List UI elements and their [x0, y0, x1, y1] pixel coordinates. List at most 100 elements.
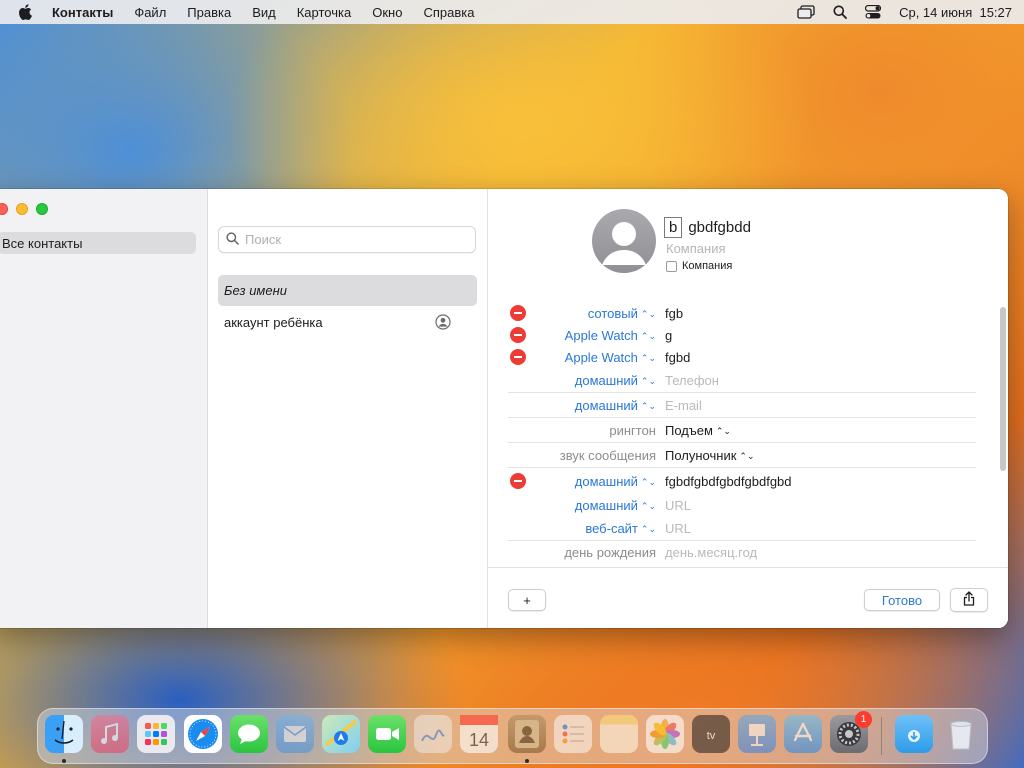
remove-field-button[interactable] — [510, 305, 526, 321]
sidebar: Все контакты — [0, 189, 208, 628]
remove-field-button[interactable] — [510, 473, 526, 489]
app-store-icon[interactable] — [784, 715, 822, 753]
launchpad-icon[interactable] — [137, 715, 175, 753]
field-label-popup[interactable]: домашний ⌃⌄ — [575, 498, 656, 513]
freeform-icon[interactable] — [414, 715, 452, 753]
contact-avatar[interactable] — [592, 209, 656, 273]
remove-field-button[interactable] — [510, 349, 526, 365]
list-item-label: аккаунт ребёнка — [224, 315, 323, 330]
birthday-input[interactable]: день.месяц.год — [665, 545, 757, 560]
menu-file[interactable]: Файл — [134, 5, 166, 20]
menu-edit[interactable]: Правка — [187, 5, 231, 20]
field-row: Apple Watch ⌃⌄ g — [508, 324, 976, 346]
field-row: домашний ⌃⌄ URL — [508, 494, 976, 516]
contacts-window: Все контакты Без имени аккаунт ребёнка b… — [0, 189, 1008, 628]
list-item-child-account[interactable]: аккаунт ребёнка — [218, 307, 477, 338]
field-label-popup[interactable]: домашний ⌃⌄ — [575, 474, 656, 489]
zoom-button[interactable] — [36, 203, 48, 215]
menu-card[interactable]: Карточка — [297, 5, 351, 20]
name-row: b gbdfgbdd — [664, 217, 751, 238]
safari-icon[interactable] — [184, 715, 222, 753]
field-row: Apple Watch ⌃⌄ fgbd — [508, 346, 976, 368]
dock: 14 tv 1 — [37, 708, 988, 764]
field-label-popup[interactable]: веб-сайт ⌃⌄ — [585, 521, 656, 536]
screen-mirroring-icon[interactable] — [797, 5, 815, 19]
field-value[interactable]: g — [665, 328, 672, 343]
svg-text:14: 14 — [469, 730, 489, 750]
contact-list: Без имени аккаунт ребёнка — [208, 189, 488, 628]
sidebar-item-all-contacts[interactable]: Все контакты — [0, 232, 196, 254]
field-row: веб-сайт ⌃⌄ URL — [508, 516, 976, 541]
apple-menu-icon[interactable] — [18, 4, 36, 20]
share-icon — [963, 591, 975, 609]
menu-view[interactable]: Вид — [252, 5, 276, 20]
photos-icon[interactable] — [646, 715, 684, 753]
mail-icon[interactable] — [276, 715, 314, 753]
url-input[interactable]: URL — [665, 521, 691, 536]
url-input[interactable]: URL — [665, 498, 691, 513]
phone-input[interactable]: Телефон — [665, 373, 719, 388]
calendar-icon[interactable]: 14 — [460, 715, 498, 753]
message-sound-popup[interactable]: Полуночник ⌃⌄ — [665, 448, 755, 463]
field-value[interactable]: fgbd — [665, 350, 690, 365]
contacts-icon[interactable] — [508, 715, 546, 753]
running-indicator — [62, 759, 66, 763]
field-value[interactable]: fgbdfgbdfgbdfgbdfgbd — [665, 474, 792, 489]
search-field[interactable] — [218, 226, 476, 253]
downloads-folder-icon[interactable] — [895, 715, 933, 753]
control-center-icon[interactable] — [865, 5, 882, 19]
settings-badge: 1 — [855, 711, 872, 728]
field-label-popup[interactable]: сотовый ⌃⌄ — [588, 306, 656, 321]
company-checkbox[interactable]: Компания — [666, 260, 732, 272]
menu-window[interactable]: Окно — [372, 5, 402, 20]
search-input[interactable] — [245, 232, 465, 247]
detail-toolbar: + Готово — [488, 567, 1008, 628]
company-field[interactable]: Компания — [666, 241, 726, 256]
share-button[interactable] — [950, 588, 988, 612]
field-label-popup[interactable]: Apple Watch ⌃⌄ — [565, 350, 656, 365]
dock-separator — [881, 717, 882, 755]
my-card-icon — [435, 314, 451, 333]
running-indicator — [525, 759, 529, 763]
trash-icon[interactable] — [942, 715, 980, 753]
facetime-icon[interactable] — [368, 715, 406, 753]
checkbox-box[interactable] — [666, 260, 677, 272]
search-icon — [226, 231, 239, 248]
music-icon[interactable] — [91, 715, 129, 753]
keynote-icon[interactable] — [738, 715, 776, 753]
done-button[interactable]: Готово — [864, 589, 940, 611]
messages-icon[interactable] — [230, 715, 268, 753]
ringtone-popup[interactable]: Подъем ⌃⌄ — [665, 423, 731, 438]
contact-fields: сотовый ⌃⌄ fgb Apple Watch ⌃⌄ g Apple Watc… — [508, 302, 976, 563]
field-label: звук сообщения — [559, 447, 656, 463]
add-field-button[interactable]: + — [508, 589, 546, 611]
field-row: домашний ⌃⌄ Телефон — [508, 368, 976, 393]
minimize-button[interactable] — [16, 203, 28, 215]
reminders-icon[interactable] — [554, 715, 592, 753]
menu-app-contacts[interactable]: Контакты — [52, 5, 113, 20]
svg-text:tv: tv — [707, 730, 716, 742]
close-button[interactable] — [0, 203, 8, 215]
list-item-unnamed[interactable]: Без имени — [218, 275, 477, 306]
notes-icon[interactable] — [600, 715, 638, 753]
last-name-field[interactable]: gbdfgbdd — [688, 219, 751, 236]
menu-help[interactable]: Справка — [423, 5, 474, 20]
field-label-popup[interactable]: домашний ⌃⌄ — [575, 398, 656, 413]
company-checkbox-label: Компания — [682, 260, 733, 272]
field-row: день рождения день.месяц.год — [508, 541, 976, 563]
first-name-field[interactable]: b — [664, 217, 683, 238]
maps-icon[interactable] — [322, 715, 360, 753]
remove-field-button[interactable] — [510, 327, 526, 343]
field-row: рингтон Подъем ⌃⌄ — [508, 418, 976, 443]
menu-clock[interactable]: Ср, 14 июня 15:27 — [899, 5, 1012, 20]
email-input[interactable]: E-mail — [665, 398, 702, 413]
scrollbar-thumb[interactable] — [1000, 307, 1006, 471]
spotlight-search-icon[interactable] — [833, 5, 847, 19]
finder-icon[interactable] — [45, 715, 83, 753]
contact-detail: b gbdfgbdd Компания Компания сотовый ⌃⌄ f… — [488, 189, 1008, 628]
field-row: звук сообщения Полуночник ⌃⌄ — [508, 443, 976, 468]
field-label-popup[interactable]: домашний ⌃⌄ — [575, 373, 656, 388]
field-label-popup[interactable]: Apple Watch ⌃⌄ — [565, 328, 656, 343]
field-value[interactable]: fgb — [665, 306, 683, 321]
tv-icon[interactable]: tv — [692, 715, 730, 753]
